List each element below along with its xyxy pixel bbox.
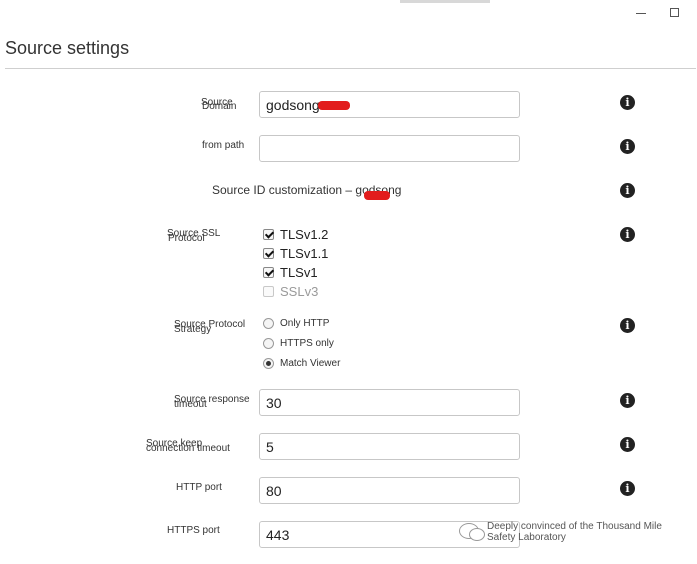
radio-button[interactable] [263,357,274,369]
checkbox [263,285,274,297]
page-title: Source settings [5,38,130,58]
info-icon[interactable]: i [620,183,635,198]
info-icon[interactable]: i [620,318,635,333]
checkbox[interactable] [263,247,274,259]
http-port-input[interactable] [259,477,520,504]
from-path-input[interactable] [259,135,520,162]
ssl-option-tlsv12[interactable]: TLSv1.2 [263,225,328,243]
https-port-label: HTTPS port [167,525,220,536]
checkbox[interactable] [263,228,274,240]
protocol-strategy-label: Source Protocol Strategy [174,319,246,335]
strategy-option-match-viewer[interactable]: Match Viewer [263,354,340,372]
top-edge-artifact [400,0,490,3]
response-timeout-input[interactable] [259,389,520,416]
keepalive-timeout-label: Source keep connection timeout [146,438,230,454]
redaction-mark [318,101,350,110]
keepalive-timeout-input[interactable] [259,433,520,460]
info-icon[interactable]: i [620,139,635,154]
title-divider [5,68,696,69]
info-icon[interactable]: i [620,393,635,408]
ssl-option-sslv3: SSLv3 [263,282,318,300]
strategy-option-https-only[interactable]: HTTPS only [263,334,334,352]
info-icon[interactable]: i [620,481,635,496]
ssl-option-tlsv1[interactable]: TLSv1 [263,263,318,281]
http-port-label: HTTP port [176,482,222,493]
source-domain-input[interactable] [259,91,520,118]
maximize-icon[interactable] [670,8,679,17]
minimize-icon[interactable] [636,13,646,14]
watermark-text: Deeply convinced of the Thousand Mile Sa… [487,521,662,543]
ssl-option-tlsv11[interactable]: TLSv1.1 [263,244,328,262]
info-icon[interactable]: i [620,227,635,242]
checkbox[interactable] [263,266,274,278]
ssl-protocol-label: Source SSL Protocol [167,228,221,244]
strategy-option-only-http[interactable]: Only HTTP [263,314,329,332]
info-icon[interactable]: i [620,95,635,110]
radio-button[interactable] [263,317,274,329]
source-domain-label: Source Domain [201,97,237,112]
from-path-label: from path [202,140,245,151]
wechat-logo-icon [469,528,485,541]
response-timeout-label: Source response timeout [174,394,250,410]
info-icon[interactable]: i [620,437,635,452]
window-titlebar [0,0,697,30]
radio-button[interactable] [263,337,274,349]
redaction-mark [364,191,390,200]
